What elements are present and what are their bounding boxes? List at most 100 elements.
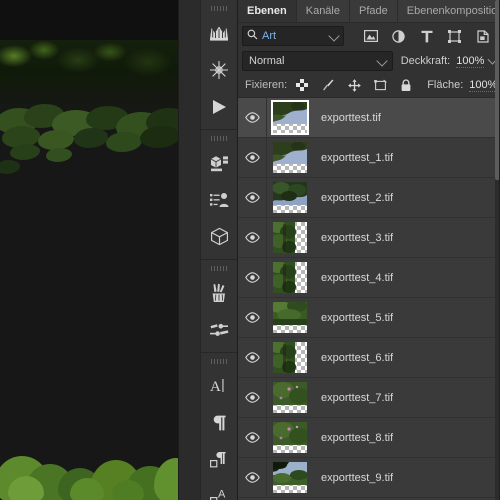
eye-icon[interactable] — [238, 378, 267, 417]
eye-icon[interactable] — [238, 98, 267, 137]
layer-row[interactable]: exporttest_2.tif — [238, 178, 500, 218]
eye-icon[interactable] — [238, 218, 267, 257]
layer-row[interactable]: exporttest.tif — [238, 98, 500, 138]
layer-thumbnail[interactable] — [273, 182, 307, 213]
layer-thumbnail[interactable] — [273, 382, 307, 413]
brush-slider-icon[interactable] — [201, 311, 237, 348]
svg-text:A: A — [210, 379, 221, 395]
shape-filter-icon[interactable] — [447, 29, 462, 44]
layer-row[interactable]: exporttest_8.tif — [238, 418, 500, 458]
tool-group-3 — [201, 260, 237, 353]
filter-icon-group — [363, 29, 490, 44]
layers-list[interactable]: exporttest.tif exporttest_1.tif exportte… — [238, 97, 500, 500]
paragraph-style-icon[interactable] — [201, 441, 237, 478]
layer-row[interactable]: exporttest_6.tif — [238, 338, 500, 378]
lock-row: Fixieren: Fläche: 100% — [238, 73, 500, 97]
snowflake-icon[interactable] — [201, 51, 237, 88]
layer-row[interactable]: exporttest_4.tif — [238, 258, 500, 298]
filter-type-select[interactable]: Art — [242, 26, 344, 46]
thumbnail-art — [273, 302, 307, 333]
play-triangle-icon[interactable] — [201, 88, 237, 125]
list-pin-icon[interactable] — [201, 181, 237, 218]
layer-row[interactable]: exporttest_7.tif — [238, 378, 500, 418]
layer-row[interactable]: exporttest_1.tif — [238, 138, 500, 178]
layer-name[interactable]: exporttest_8.tif — [313, 432, 393, 444]
chevron-down-icon — [328, 30, 340, 42]
brush-lock-icon[interactable] — [321, 78, 335, 92]
thumbnail-art — [273, 342, 307, 373]
eye-icon[interactable] — [238, 458, 267, 497]
eye-icon[interactable] — [238, 418, 267, 457]
layer-thumbnail[interactable] — [273, 142, 307, 173]
opacity-label: Deckkraft: — [400, 55, 451, 67]
transparency-lock-icon[interactable] — [295, 78, 309, 92]
tab-kanaele[interactable]: Kanäle — [296, 0, 350, 22]
eye-icon[interactable] — [238, 338, 267, 377]
layer-thumbnail-cell — [267, 338, 313, 377]
layer-name[interactable]: exporttest_1.tif — [313, 152, 393, 164]
blend-mode-select[interactable]: Normal — [242, 51, 393, 71]
lock-label: Fixieren: — [245, 79, 288, 91]
tool-group-2 — [201, 130, 237, 260]
bottom-trees — [0, 438, 178, 500]
layer-name[interactable]: exporttest_6.tif — [313, 352, 393, 364]
thumbnail-art — [273, 222, 307, 253]
layer-row[interactable]: exporttest_5.tif — [238, 298, 500, 338]
crown-icon[interactable] — [201, 14, 237, 51]
layer-name[interactable]: exporttest_7.tif — [313, 392, 393, 404]
layer-row[interactable]: exporttest_3.tif — [238, 218, 500, 258]
layer-thumbnail[interactable] — [273, 462, 307, 493]
eye-icon[interactable] — [238, 178, 267, 217]
layer-thumbnail[interactable] — [273, 422, 307, 453]
tab-ebenenkomposition[interactable]: Ebenenkomposition — [397, 0, 500, 22]
layer-thumbnail[interactable] — [271, 100, 309, 135]
group-drag-handle[interactable] — [211, 134, 227, 142]
layer-row[interactable]: exporttest_9.tif — [238, 458, 500, 498]
fill-value[interactable]: 100% — [469, 79, 498, 92]
layer-thumbnail[interactable] — [273, 222, 307, 253]
leaf-cluster — [74, 128, 108, 148]
tab-ebenen[interactable]: Ebenen — [238, 0, 297, 22]
character-style-icon[interactable]: A — [201, 478, 237, 500]
layer-name[interactable]: exporttest_4.tif — [313, 272, 393, 284]
brushes-jar-icon[interactable] — [201, 274, 237, 311]
image-filter-icon[interactable] — [363, 29, 378, 44]
lock-all-icon[interactable] — [399, 78, 413, 92]
text-cursor-icon[interactable]: A — [201, 367, 237, 404]
thumbnail-art — [273, 382, 307, 413]
layer-name[interactable]: exporttest.tif — [313, 112, 381, 124]
eye-icon[interactable] — [238, 138, 267, 177]
group-drag-handle[interactable] — [211, 4, 227, 12]
adjustment-filter-icon[interactable] — [391, 29, 406, 44]
layer-name[interactable]: exporttest_9.tif — [313, 472, 393, 484]
layer-name[interactable]: exporttest_5.tif — [313, 312, 393, 324]
group-drag-handle[interactable] — [211, 264, 227, 272]
3d-cube-properties-icon[interactable] — [201, 144, 237, 181]
layer-thumbnail-cell — [267, 98, 313, 137]
text-filter-icon[interactable] — [419, 29, 434, 44]
blend-mode-row: Normal Deckkraft: 100% — [238, 49, 500, 73]
filter-type-label: Art — [262, 30, 277, 42]
eye-icon[interactable] — [238, 298, 267, 337]
eye-icon[interactable] — [238, 258, 267, 297]
layer-name[interactable]: exporttest_2.tif — [313, 192, 393, 204]
tab-pfade[interactable]: Pfade — [350, 0, 398, 22]
canvas-photo — [0, 0, 178, 500]
cube-icon[interactable] — [201, 218, 237, 255]
leaf-cluster — [0, 160, 20, 174]
upper-foliage — [0, 40, 178, 118]
leaf-cluster — [106, 132, 142, 152]
move-lock-icon[interactable] — [347, 78, 361, 92]
image-canvas[interactable] — [0, 0, 178, 500]
artboard-lock-icon[interactable] — [373, 78, 387, 92]
opacity-value[interactable]: 100% — [456, 55, 485, 68]
smartobject-filter-icon[interactable] — [475, 29, 490, 44]
thumbnail-art — [273, 462, 307, 493]
layer-thumbnail[interactable] — [273, 302, 307, 333]
layer-name[interactable]: exporttest_3.tif — [313, 232, 393, 244]
paragraph-icon[interactable] — [201, 404, 237, 441]
layer-thumbnail-cell — [267, 218, 313, 257]
group-drag-handle[interactable] — [211, 357, 227, 365]
layer-thumbnail[interactable] — [273, 262, 307, 293]
layer-thumbnail[interactable] — [273, 342, 307, 373]
